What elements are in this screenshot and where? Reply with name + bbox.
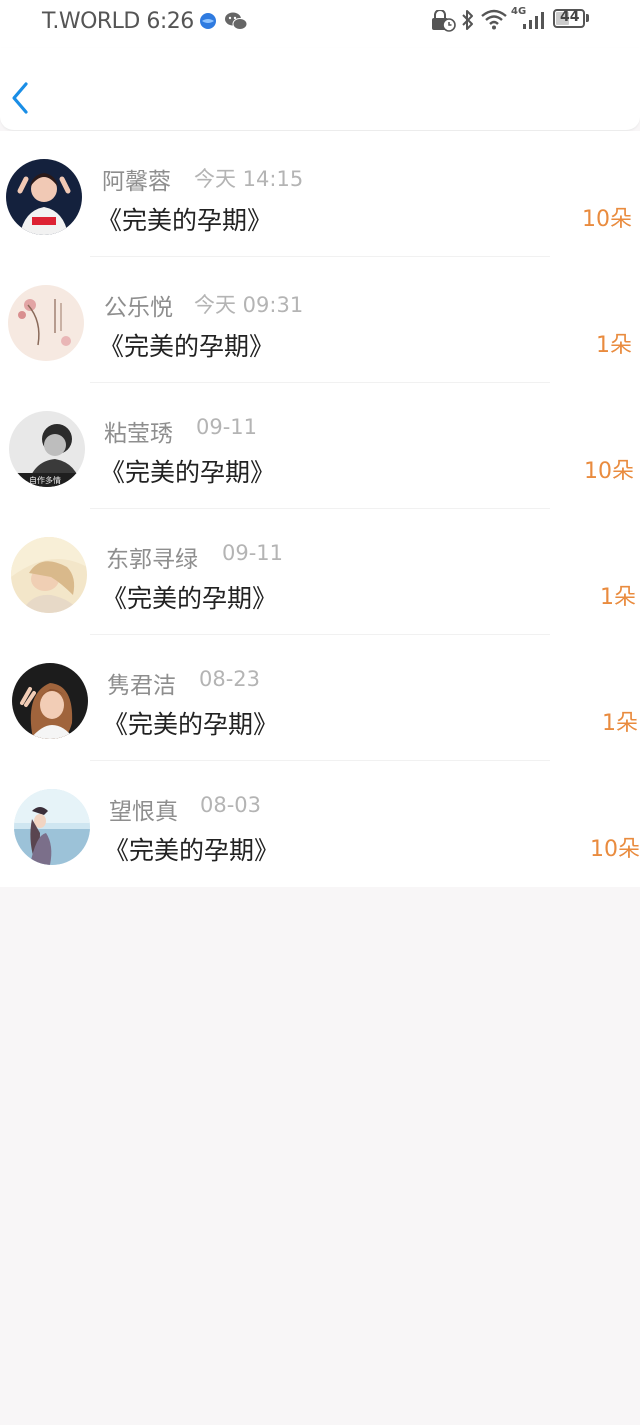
send-time: 09-11 <box>196 415 258 439</box>
send-time: 08-23 <box>199 667 261 691</box>
bluetooth-icon <box>462 10 473 30</box>
list-item[interactable]: 自作多情 粘莹琇 09-11 《完美的孕期》 10朵 <box>0 383 640 509</box>
list-item[interactable]: 东郭寻绿 09-11 《完美的孕期》 1朵 <box>0 509 640 635</box>
avatar <box>14 789 90 865</box>
chevron-left-icon[interactable] <box>6 78 34 118</box>
avatar: 自作多情 <box>9 411 85 487</box>
send-time: 08-03 <box>200 793 262 817</box>
status-bar: T.WORLD 6:26 4G 44 <box>0 0 640 48</box>
list-item[interactable]: 望恨真 08-03 《完美的孕期》 10朵 <box>0 761 640 887</box>
battery-tip <box>586 14 589 22</box>
carrier-time: T.WORLD 6:26 <box>42 9 194 34</box>
battery-level: 44 <box>560 9 580 25</box>
sender-name: 隽君洁 <box>107 673 176 699</box>
wifi-icon <box>481 9 507 30</box>
send-time: 今天 09:31 <box>194 293 304 317</box>
flower-count: 1朵 <box>600 585 636 610</box>
list-item[interactable]: 隽君洁 08-23 《完美的孕期》 1朵 <box>0 635 640 761</box>
nav-header <box>0 48 640 131</box>
avatar <box>6 159 82 235</box>
browser-icon <box>200 13 216 29</box>
flower-count: 10朵 <box>584 459 634 484</box>
book-title: 《完美的孕期》 <box>99 332 275 361</box>
flower-count: 1朵 <box>596 333 632 358</box>
wechat-icon <box>225 12 248 30</box>
send-time: 09-11 <box>222 541 284 565</box>
list-item[interactable]: 阿馨蓉 今天 14:15 《完美的孕期》 10朵 <box>0 131 640 257</box>
gift-record-list: 阿馨蓉 今天 14:15 《完美的孕期》 10朵 公乐悦 今天 09:31 《完… <box>0 131 640 887</box>
svg-text:自作多情: 自作多情 <box>29 475 61 485</box>
flower-count: 1朵 <box>602 711 638 736</box>
lock-clock-icon <box>432 10 456 32</box>
sender-name: 望恨真 <box>109 799 178 825</box>
avatar <box>12 663 88 739</box>
book-title: 《完美的孕期》 <box>102 584 278 613</box>
avatar <box>11 537 87 613</box>
sender-name: 阿馨蓉 <box>102 169 171 195</box>
signal-icon <box>523 12 544 29</box>
flower-count: 10朵 <box>582 207 632 232</box>
book-title: 《完美的孕期》 <box>104 836 280 865</box>
book-title: 《完美的孕期》 <box>100 458 276 487</box>
sender-name: 东郭寻绿 <box>106 547 198 573</box>
battery-icon: 44 <box>553 9 585 28</box>
book-title: 《完美的孕期》 <box>97 206 273 235</box>
flower-count: 10朵 <box>590 837 640 862</box>
sender-name: 公乐悦 <box>104 295 173 321</box>
send-time: 今天 14:15 <box>194 167 304 191</box>
avatar <box>8 285 84 361</box>
list-item[interactable]: 公乐悦 今天 09:31 《完美的孕期》 1朵 <box>0 257 640 383</box>
book-title: 《完美的孕期》 <box>103 710 279 739</box>
sender-name: 粘莹琇 <box>104 421 173 447</box>
